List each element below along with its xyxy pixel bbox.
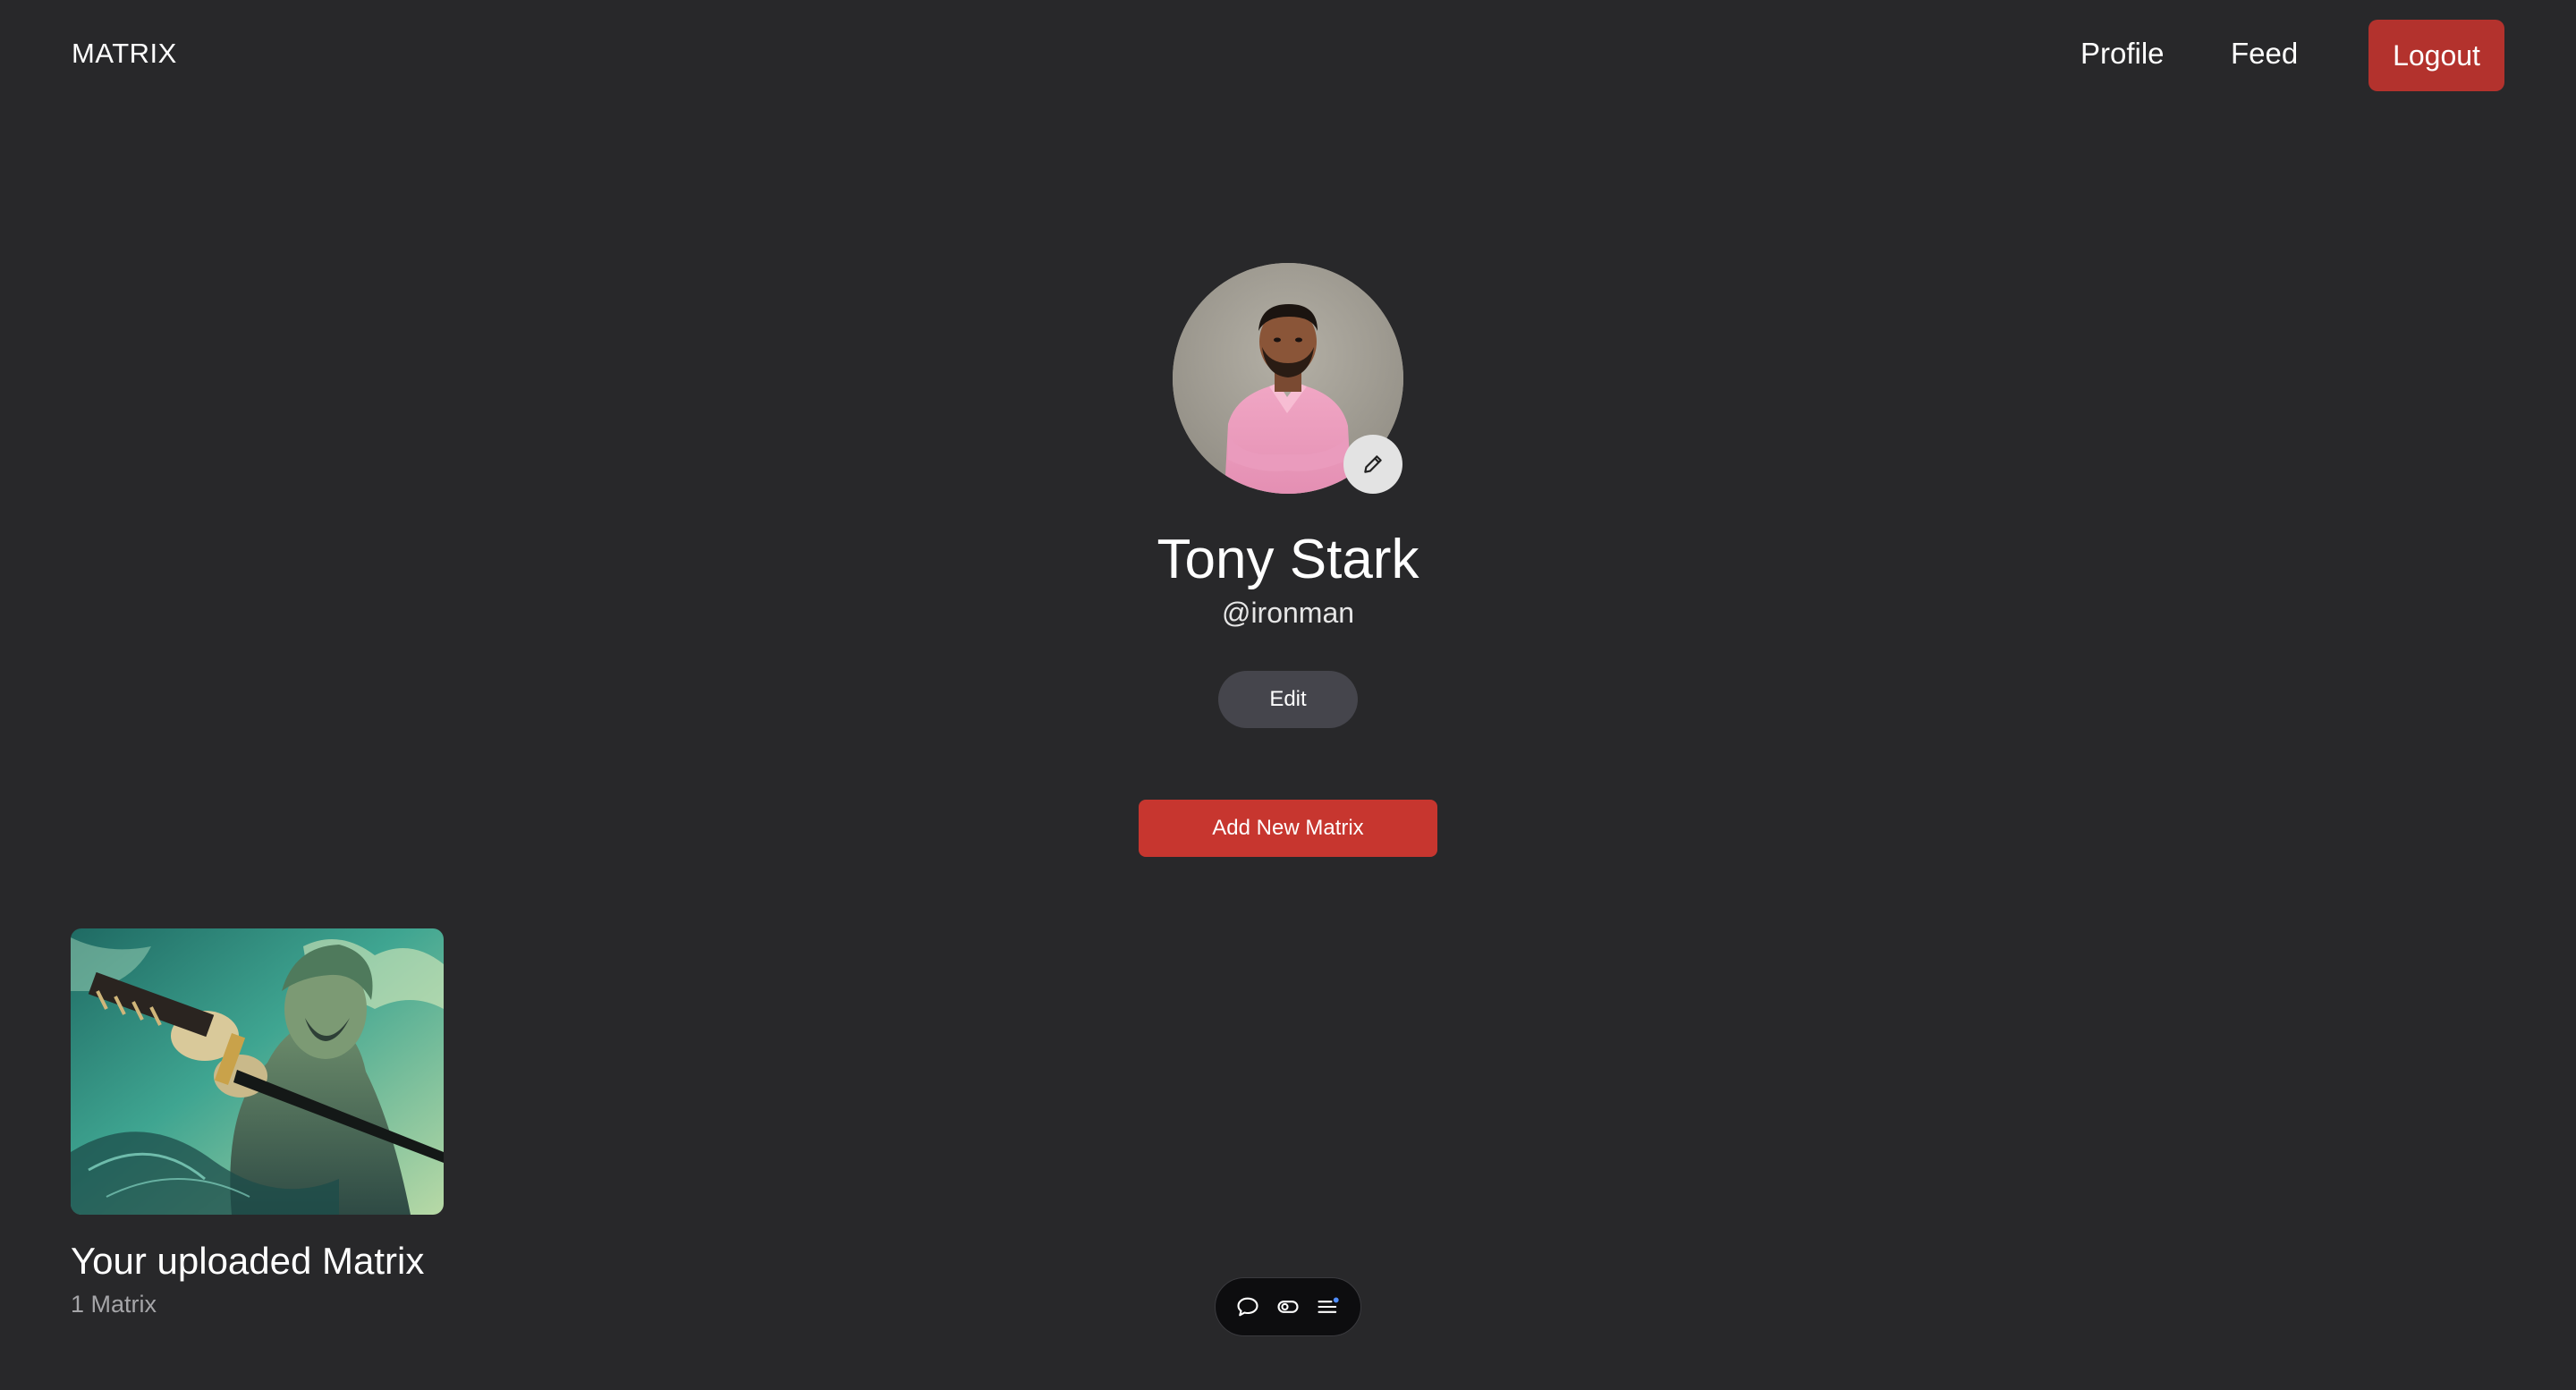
floating-toolbar: [1215, 1277, 1361, 1336]
matrix-artwork: [71, 928, 444, 1215]
toggle-button[interactable]: [1270, 1289, 1306, 1325]
matrix-thumbnail[interactable]: [71, 928, 444, 1215]
comment-icon: [1237, 1297, 1258, 1317]
profile-name: Tony Stark: [1157, 529, 1419, 590]
toggle-icon: [1277, 1301, 1299, 1313]
menu-icon: [1318, 1297, 1339, 1313]
avatar-edit-button[interactable]: [1343, 435, 1402, 494]
menu-button[interactable]: [1310, 1289, 1346, 1325]
top-navbar: MATRIX Profile Feed Logout: [0, 0, 2576, 111]
add-new-matrix-button[interactable]: Add New Matrix: [1139, 800, 1437, 857]
uploads-title: Your uploaded Matrix: [71, 1240, 425, 1282]
profile-username: @ironman: [1221, 597, 1355, 629]
nav-feed-link[interactable]: Feed: [2231, 34, 2298, 73]
comment-button[interactable]: [1230, 1289, 1266, 1325]
uploads-count: 1 Matrix: [71, 1291, 157, 1318]
nav-profile-link[interactable]: Profile: [2080, 34, 2165, 73]
pencil-icon: [1364, 455, 1382, 473]
brand-logo[interactable]: MATRIX: [72, 34, 177, 73]
logout-button[interactable]: Logout: [2368, 20, 2504, 91]
edit-profile-button[interactable]: Edit: [1218, 671, 1358, 728]
